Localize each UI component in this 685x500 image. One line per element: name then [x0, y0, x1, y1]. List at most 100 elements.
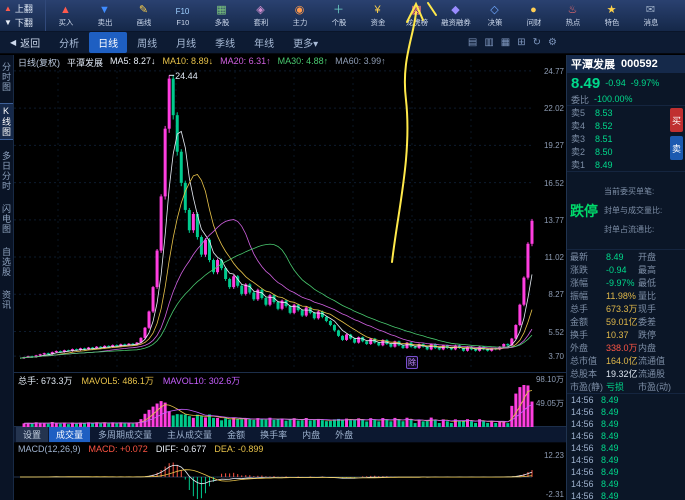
indicator-tab[interactable]: 主从成交量 [160, 427, 219, 442]
tool-icon: ✉ [646, 4, 655, 17]
toolbar-item[interactable]: ▲买入 [46, 0, 85, 31]
ask-price: 8.49 [595, 160, 653, 170]
trade-price: 8.49 [601, 443, 667, 453]
toolbar-item[interactable]: ♨热点 [553, 0, 592, 31]
ask-label: 卖3 [571, 132, 589, 145]
tool-icon: ◉ [295, 4, 305, 17]
indicator-tabs: 设置成交量多周期成交量主从成交量金额换手率内盘外盘 [14, 427, 566, 443]
view-icon[interactable]: ⚙ [548, 37, 557, 48]
rail-item[interactable]: 资讯 [0, 288, 13, 312]
stock-title[interactable]: 平潭发展 000592 [567, 55, 685, 73]
trade-row: 14:568.49 [567, 478, 685, 490]
header-value: 总手: 673.3万 [18, 374, 73, 387]
kline-header: 日线(复权)平潭发展MA5: 8.27↓MA10: 8.89↓MA20: 6.3… [18, 56, 386, 69]
toolbar-item[interactable]: ✉消息 [631, 0, 670, 31]
sell-button[interactable]: 卖 [670, 136, 683, 160]
trade-price: 8.49 [601, 479, 667, 489]
stat-label-2: 开盘 [638, 250, 672, 263]
view-icon[interactable]: ▦ [501, 37, 510, 48]
ask-queue: 卖58.53卖48.52卖38.51卖28.50卖18.49 买 卖 [567, 106, 685, 172]
indicator-tab[interactable]: 内盘 [295, 427, 327, 442]
period-tab[interactable]: 年线 [245, 32, 283, 53]
period-tab[interactable]: 季线 [206, 32, 244, 53]
page-down-button[interactable]: ▼下翻 [4, 16, 45, 29]
toolbar-item[interactable]: F10F10 [163, 0, 202, 31]
toolbar-item[interactable]: ▦多股 [202, 0, 241, 31]
tool-label: 个股 [331, 17, 346, 27]
indicator-tab[interactable]: 金额 [220, 427, 252, 442]
stat-label-2: 内盘 [638, 341, 672, 354]
tool-icon: ♨ [568, 4, 578, 17]
period-tab[interactable]: 日线 [89, 32, 127, 53]
period-tab[interactable]: 更多▾ [284, 32, 327, 53]
peak-price-label: 24.44 [175, 71, 198, 81]
view-icon[interactable]: ↻ [533, 37, 541, 48]
indicator-tab[interactable]: 换手率 [253, 427, 294, 442]
tool-icon: ◇ [490, 4, 498, 17]
tool-icon: F10 [176, 5, 190, 18]
header-value: MA5: 8.27↓ [110, 56, 156, 69]
rail-item[interactable]: 闪电图 [0, 202, 13, 236]
tool-icon: ★ [607, 4, 617, 17]
rail-item[interactable]: 自选股 [0, 245, 13, 279]
view-icon[interactable]: ▤ [468, 37, 477, 48]
stat-row: 振幅11.98%量比 [567, 289, 685, 302]
ask-row: 卖28.50 [567, 145, 685, 158]
indicator-tab[interactable]: 多周期成交量 [91, 427, 159, 442]
tool-icon: ¥ [374, 4, 380, 17]
weibi-value: -100.00% [594, 94, 633, 104]
back-arrow-icon: ◀ [10, 38, 16, 47]
view-icon[interactable]: ⊞ [517, 37, 525, 48]
price-axis-label: 3.70 [548, 352, 564, 361]
back-button[interactable]: ◀返回 [2, 33, 48, 52]
toolbar-item[interactable]: ✎画线 [124, 0, 163, 31]
period-tab[interactable]: 周线 [128, 32, 166, 53]
limit-info-lines: 当前委买单笔:封单与成交量比:封单占流通比: [604, 186, 662, 235]
stat-value: 673.3万 [606, 302, 638, 315]
rail-item[interactable]: 分时图 [0, 60, 13, 94]
toolbar-item[interactable]: ▼卖出 [85, 0, 124, 31]
volume-pane[interactable]: 总手: 673.3万MAVOL5: 486.1万MAVOL10: 302.6万 … [14, 373, 566, 427]
macd-pane[interactable]: MACD(12,26,9)MACD: +0.072DIFF: -0.677DEA… [14, 443, 566, 500]
indicator-tab[interactable]: 设置 [16, 427, 48, 442]
stat-row: 总市值164.0亿流通值 [567, 354, 685, 367]
toolbar-item[interactable]: ◈套利 [241, 0, 280, 31]
stat-label-2: 委差 [638, 315, 672, 328]
chart-column: 日线(复权)平潭发展MA5: 8.27↓MA10: 8.89↓MA20: 6.3… [14, 55, 566, 500]
toolbar-item[interactable]: ▩龙虎榜 [397, 0, 436, 31]
tool-label: 热点 [565, 17, 580, 27]
page-up-button[interactable]: ▲上翻 [4, 2, 45, 15]
stat-value: 8.49 [606, 252, 638, 262]
trade-time: 14:56 [571, 491, 601, 500]
tool-label: 资金 [370, 17, 385, 27]
toolbar-item[interactable]: ●问财 [514, 0, 553, 31]
stat-row: 总股本19.32亿流通股 [567, 367, 685, 380]
period-tab[interactable]: 分析 [50, 32, 88, 53]
trade-list[interactable]: 14:568.4914:568.4914:568.4914:568.4914:5… [567, 394, 685, 500]
limit-info-line: 当前委买单笔: [604, 186, 662, 197]
indicator-tab[interactable]: 外盘 [328, 427, 360, 442]
candlestick-pane[interactable]: 日线(复权)平潭发展MA5: 8.27↓MA10: 8.89↓MA20: 6.3… [14, 55, 566, 373]
tool-label: 龙虎榜 [405, 17, 427, 27]
toolbar-item[interactable]: ◉主力 [280, 0, 319, 31]
trade-row: 14:568.49 [567, 442, 685, 454]
buy-button[interactable]: 买 [670, 108, 683, 132]
view-icons: ▤ ▥ ▦ ⊞ ↻ ⚙ [468, 37, 557, 48]
toolbar-item[interactable]: ◆融资融券 [436, 0, 475, 31]
view-icon[interactable]: ▥ [484, 37, 493, 48]
toolbar-item[interactable]: ◇决策 [475, 0, 514, 31]
tool-label: 买入 [58, 17, 73, 27]
price-axis: 24.7722.0219.2716.5213.7711.028.275.523.… [532, 55, 566, 372]
rail-item[interactable]: K线图 [0, 103, 14, 140]
toolbar-item[interactable]: ★特色 [592, 0, 631, 31]
toolbar-item[interactable]: ¥资金 [358, 0, 397, 31]
ask-row: 卖38.51 [567, 132, 685, 145]
indicator-tab[interactable]: 成交量 [49, 427, 90, 442]
rail-item[interactable]: 多日分时 [0, 149, 13, 193]
trade-row: 14:568.49 [567, 406, 685, 418]
period-tab[interactable]: 月线 [167, 32, 205, 53]
stat-value: 11.98% [606, 291, 638, 301]
volume-axis-label: 49.05万 [536, 398, 564, 409]
stat-label-2: 跌停 [638, 328, 672, 341]
toolbar-item[interactable]: ＋个股 [319, 0, 358, 31]
